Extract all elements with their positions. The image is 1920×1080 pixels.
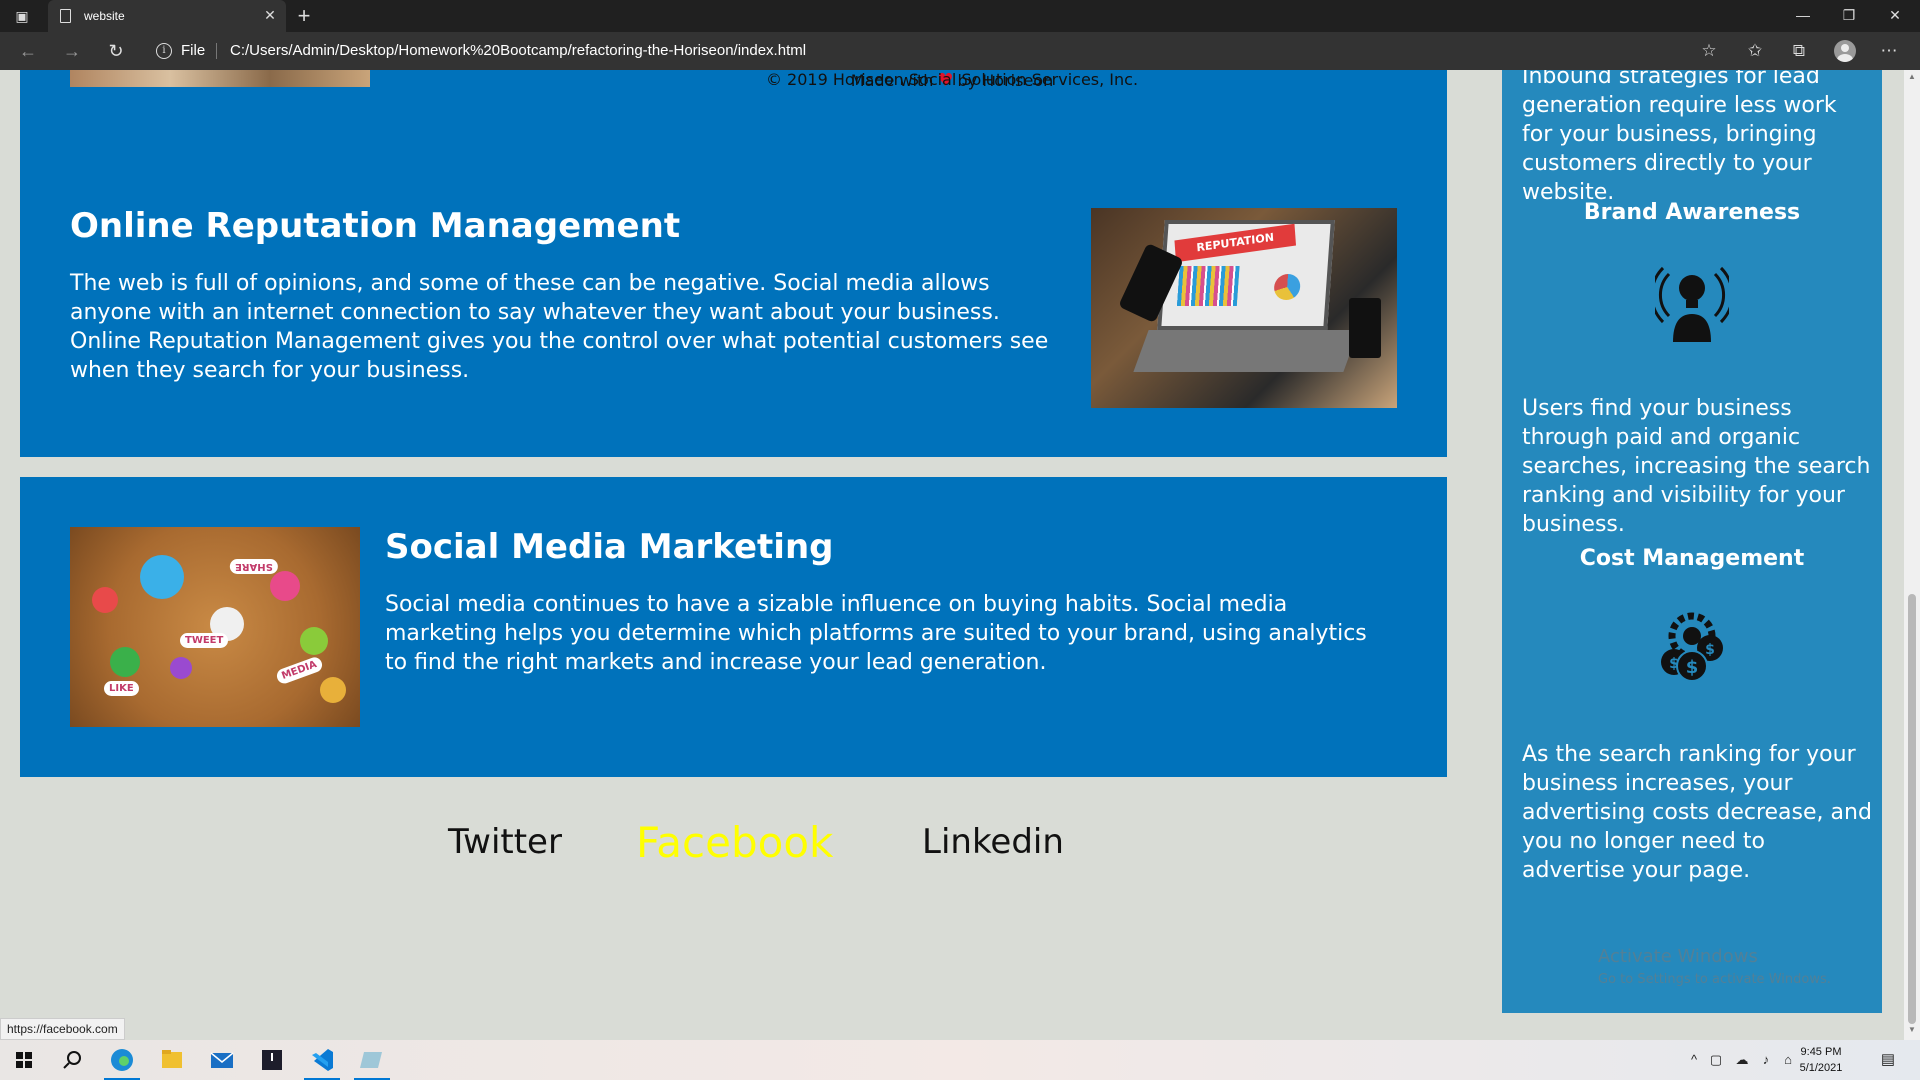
forward-icon[interactable]: → [58,39,86,63]
restore-icon[interactable]: ❐ [1826,0,1872,32]
share-word: SHARE [230,559,278,574]
vscode-icon [312,1049,333,1071]
brand-awareness-title: Brand Awareness [1583,200,1801,225]
browser-toolbar: ← → ↻ i File C:/Users/Admin/Desktop/Home… [0,32,1920,70]
scroll-thumb[interactable] [1908,594,1916,1024]
laptop-chart-bars [1176,266,1240,306]
clock-date: 5/1/2021 [1799,1062,1843,1074]
footer-copyright: © 2019 Horiseon Social Solution Services… [765,70,1139,89]
online-reputation-card: Online Reputation Management The web is … [20,158,1447,457]
app-icon [360,1052,382,1068]
music-bubble [110,647,140,677]
taskbar-file-explorer[interactable] [148,1040,196,1080]
tab-title: website [84,9,125,23]
online-reputation-title: Online Reputation Management [70,206,681,246]
tab-bar: ▣ website ✕ + — ❐ ✕ [0,0,1920,32]
activate-windows-subtitle: Go to Settings to activate Windows. [1598,972,1831,987]
folder-icon [162,1050,182,1068]
tab-actions-icon[interactable]: ▣ [10,6,34,26]
media-word: MEDIA [274,655,324,686]
twitter-link[interactable]: Twitter [448,822,562,862]
taskbar-clock[interactable]: 9:45 PM 5/1/2021 [1790,1044,1852,1076]
windows-taskbar: ^ ▢ ☁ ♪ ⌂ 9:45 PM 5/1/2021 ▤ [0,1040,1920,1080]
back-icon[interactable]: ← [14,39,42,63]
taskbar-terminal[interactable] [248,1040,296,1080]
close-window-icon[interactable]: ✕ [1872,0,1918,32]
cloud-bubble [140,555,184,599]
social-media-text: Social media continues to have a sizable… [385,592,1367,675]
add-favorite-icon[interactable]: ☆ [1696,39,1722,63]
cost-management-text: As the search ranking for your business … [1522,742,1872,883]
reputation-banner: REPUTATION [1174,223,1297,263]
like-word: LIKE [104,681,139,696]
scroll-up-icon[interactable]: ▲ [1907,72,1917,81]
edge-icon [111,1049,133,1071]
location-bubble [92,587,118,613]
tray-meet-icon[interactable]: ▢ [1708,1052,1724,1068]
clock-time: 9:45 PM [1800,1046,1842,1058]
link-status-url: https://facebook.com [0,1018,125,1040]
social-media-card: SHARE TWEET LIKE MEDIA Social Media Mark… [20,477,1447,777]
close-tab-icon[interactable]: ✕ [262,7,278,23]
chat-bubble [300,627,328,655]
taskbar-edge[interactable] [98,1040,146,1080]
search-icon [63,1051,81,1069]
address-separator [216,43,217,59]
brand-awareness-icon [1655,266,1729,342]
search-button[interactable] [48,1040,96,1080]
app-bubble [270,571,300,601]
tab-website[interactable]: website ✕ [48,0,286,32]
collections-icon[interactable]: ⧉ [1786,39,1812,63]
page-icon [60,9,71,23]
address-scheme: File [181,42,206,59]
social-media-title: Social Media Marketing [385,527,834,567]
mail-icon [210,1052,234,1068]
svg-text:$: $ [1669,656,1679,672]
svg-text:$: $ [1686,657,1699,678]
scroll-down-icon[interactable]: ▼ [1907,1025,1917,1034]
info-icon[interactable]: i [156,43,172,59]
keyboard-illustration [1133,330,1359,372]
benefits-sidebar: Inbound strategies for lead generation r… [1502,70,1882,1013]
taskbar-vscode[interactable] [298,1040,346,1080]
cup-illustration [1349,298,1381,358]
more-menu-icon[interactable]: ⋯ [1876,39,1902,63]
mail-bubble [320,677,346,703]
brand-awareness-text: Users find your business through paid an… [1522,396,1871,537]
address-bar[interactable]: i File C:/Users/Admin/Desktop/Homework%2… [150,37,1730,65]
page-scrollbar[interactable]: ▲ ▼ [1904,70,1920,1040]
social-media-image: SHARE TWEET LIKE MEDIA [70,527,360,727]
new-tab-icon[interactable]: + [292,4,316,28]
laptop-chart-pie [1273,274,1302,300]
page-viewport: Online Reputation Management The web is … [0,70,1904,1040]
video-bubble [170,657,192,679]
onedrive-icon[interactable]: ☁ [1734,1052,1750,1068]
cost-management-icon: $ $ $ [1661,612,1723,682]
activate-windows-title: Activate Windows [1598,946,1758,967]
notifications-icon[interactable]: ▤ [1880,1052,1896,1068]
taskbar-mail[interactable] [198,1040,246,1080]
profile-avatar[interactable] [1834,40,1856,62]
tweet-word: TWEET [180,633,229,648]
laptop-illustration: REPUTATION [1157,220,1335,330]
terminal-icon [262,1050,282,1070]
tray-expand-icon[interactable]: ^ [1686,1052,1702,1068]
facebook-link[interactable]: Facebook [636,818,833,867]
volume-icon[interactable]: ♪ [1758,1052,1774,1068]
refresh-icon[interactable]: ↻ [102,39,130,63]
cost-management-title: Cost Management [1579,546,1805,571]
url-text[interactable]: C:/Users/Admin/Desktop/Homework%20Bootca… [230,42,806,59]
windows-logo-icon [16,1052,32,1068]
favorites-icon[interactable]: ✩ [1742,39,1768,63]
minimize-icon[interactable]: — [1780,0,1826,32]
online-reputation-text: The web is full of opinions, and some of… [70,271,1049,383]
taskbar-app[interactable] [348,1040,396,1080]
start-button[interactable] [0,1040,48,1080]
svg-text:$: $ [1705,642,1715,658]
linkedin-link[interactable]: Linkedin [922,822,1064,862]
reputation-image: REPUTATION [1091,208,1397,408]
